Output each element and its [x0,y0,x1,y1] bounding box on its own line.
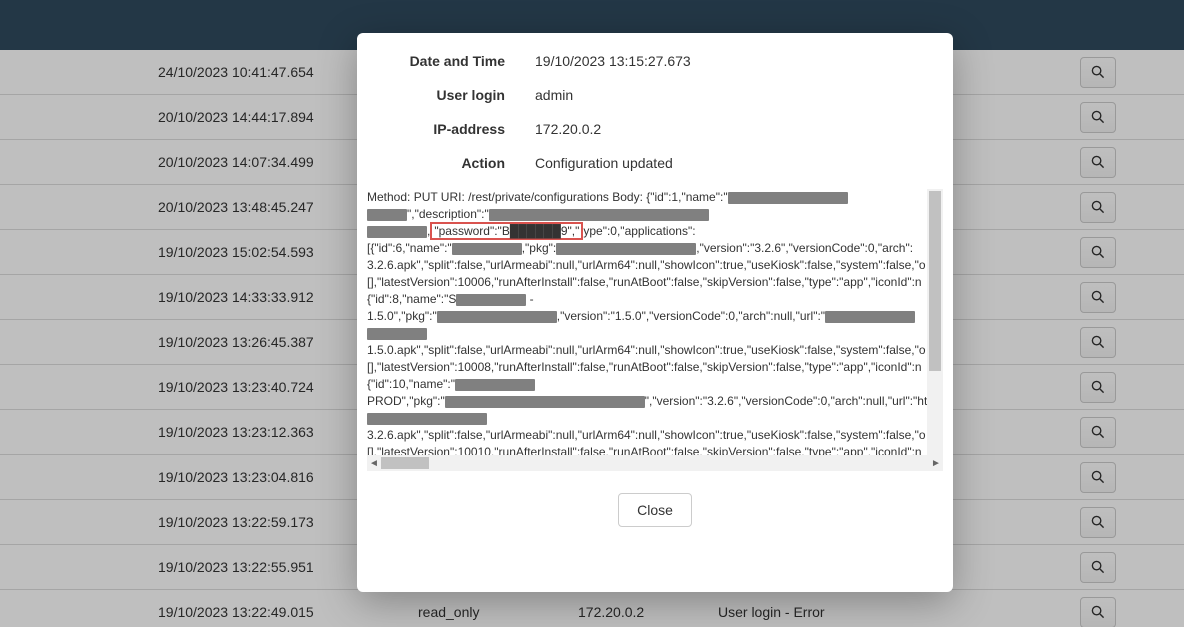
field-user: User login admin [375,87,935,103]
field-value: 19/10/2023 13:15:27.673 [535,53,691,69]
field-ip: IP-address 172.20.0.2 [375,121,935,137]
scroll-left-icon[interactable]: ◄ [367,455,381,471]
redacted-block [367,413,487,425]
payload-text: ,"version":"3.2.6","versionCode":0,"arch… [696,241,913,255]
horizontal-scrollbar[interactable]: ◄ ► [367,455,943,471]
close-button[interactable]: Close [618,493,692,527]
redacted-block [489,209,709,221]
redacted-block [452,243,522,255]
page-root: 24/10/2023 10:41:47.654 20/10/2023 14:44… [0,0,1184,627]
redacted-block [728,192,848,204]
redacted-block [367,209,407,221]
payload-text: {"id":10,"name":" [367,377,455,391]
password-highlight: "password":"B██████9"," [430,222,583,240]
field-label: IP-address [375,121,505,137]
payload-text: ,"pkg": [522,241,557,255]
redacted-block [367,226,427,238]
field-label: User login [375,87,505,103]
scrollbar-thumb[interactable] [929,191,941,371]
scrollbar-thumb[interactable] [381,457,429,469]
field-value: 172.20.0.2 [535,121,601,137]
redacted-block [367,328,427,340]
payload-text: ","version":"3.2.6","versionCode":0,"arc… [645,394,928,408]
field-action: Action Configuration updated [375,155,935,171]
payload-text: ,"version":"1.5.0","versionCode":0,"arch… [557,309,825,323]
payload-text: ype":0,"applications": [583,224,695,238]
redacted-block [825,311,915,323]
payload-text: [{"id":6,"name":" [367,241,452,255]
request-payload-text: Method: PUT URI: /rest/private/configura… [367,189,1007,461]
scroll-right-icon[interactable]: ► [929,455,943,471]
modal-footer: Close [357,479,953,545]
field-datetime: Date and Time 19/10/2023 13:15:27.673 [375,53,935,69]
vertical-scrollbar[interactable] [927,189,943,455]
payload-text: 1.5.0.apk","split":false,"urlArmeabi":nu… [367,343,926,357]
redacted-block [445,396,645,408]
payload-text: [],"latestVersion":10006,"runAfterInstal… [367,275,922,289]
payload-text: [],"latestVersion":10008,"runAfterInstal… [367,360,922,374]
field-value: admin [535,87,573,103]
field-label: Action [375,155,505,171]
payload-text: - [526,292,533,306]
modal-body: Date and Time 19/10/2023 13:15:27.673 Us… [357,33,953,189]
redacted-block [556,243,696,255]
payload-text: 3.2.6.apk","split":false,"urlArmeabi":nu… [367,258,926,272]
field-value: Configuration updated [535,155,673,171]
payload-text: 3.2.6.apk","split":false,"urlArmeabi":nu… [367,428,926,442]
field-label: Date and Time [375,53,505,69]
redacted-block [437,311,557,323]
payload-text: ","description":" [407,207,489,221]
payload-text: 1.5.0","pkg":" [367,309,437,323]
request-payload-area: Method: PUT URI: /rest/private/configura… [367,189,943,479]
payload-text: Method: PUT URI: /rest/private/configura… [367,190,728,204]
redacted-block [456,294,526,306]
payload-text: {"id":8,"name":"S [367,292,456,306]
details-modal: Date and Time 19/10/2023 13:15:27.673 Us… [357,33,953,592]
payload-text: PROD","pkg":" [367,394,445,408]
redacted-block [455,379,535,391]
